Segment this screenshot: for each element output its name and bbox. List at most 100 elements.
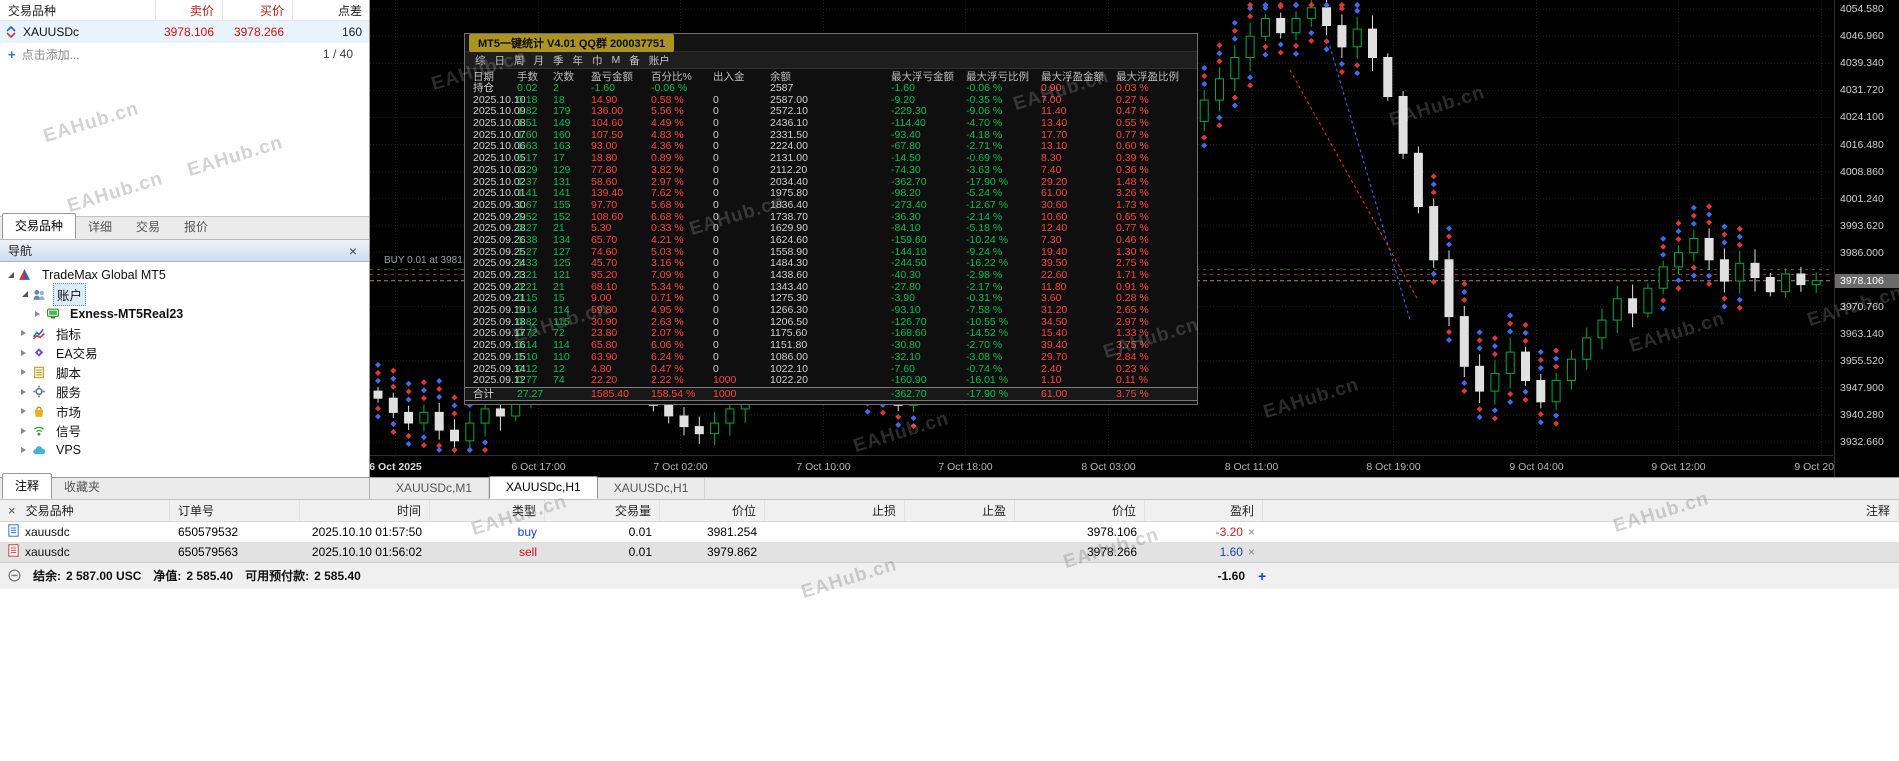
stats-toolbar-button-8[interactable]: 备 [629,53,640,68]
stats-row: 2025.09.18 0.82 115 30.90 2.63 % 0 1206.50 -126… [473,315,1149,328]
market-tab-2[interactable]: 交易 [124,215,172,239]
stats-row: 2025.09.21 0.15 15 9.00 0.71 % 0 1275.30 -3.90-… [473,292,1149,305]
time-tick: 9 Oct 04:00 [1509,461,1564,473]
nav-item-server[interactable]: Exness-MT5Real23 [0,304,369,324]
close-icon[interactable]: × [345,244,361,258]
nav-item-market[interactable]: 市场 [0,402,369,422]
navigator-panel: 导航 × TradeMax Global MT5 账户 Exness-MT5Re… [0,240,370,477]
positions-col-header-1[interactable]: 订单号 [170,500,300,521]
market-tab-3[interactable]: 报价 [172,215,220,239]
nav-item-label: 市场 [56,405,82,420]
stats-toolbar-button-9[interactable]: 账户 [649,53,670,68]
chart-tab-0[interactable]: XAUUSDc,M1 [380,478,490,499]
stats-row: 2025.09.19 1.14 114 59.80 4.95 % 0 1266.30 -93.… [473,304,1149,317]
toolbox-tab-0[interactable]: 注释 [2,473,53,499]
symbol-counter: 1 / 40 [322,47,353,61]
accounts-icon [32,287,48,301]
tree-expanded-arrow-icon[interactable] [4,271,18,278]
price-tick: 4054.580 [1840,3,1884,15]
nav-item-ea[interactable]: EA交易 [0,343,369,363]
position-row[interactable]: xauusdc 650579532 2025.10.10 01:57:50 bu… [0,522,1899,542]
market-watch-row[interactable]: XAUUSDc 3978.106 3978.266 160 [0,21,369,43]
stats-toolbar-button-6[interactable]: 巾 [592,53,603,68]
positions-col-header-2[interactable]: 时间 [300,500,430,521]
stats-toolbar-button-2[interactable]: 周 [514,53,525,68]
position-time: 2025.10.10 01:57:50 [311,525,422,539]
nav-item-label: 服务 [56,386,82,401]
position-current-price: 3978.266 [1086,545,1137,559]
chart-tab-1[interactable]: XAUUSDc,H1 [489,476,598,499]
tree-collapsed-arrow-icon[interactable] [32,310,46,317]
tree-collapsed-arrow-icon[interactable] [18,369,32,376]
stats-row: 2025.09.24 1.33 125 45.70 3.16 % 0 1484.30 -244… [473,257,1149,270]
stats-row: 2025.09.17 0.72 72 23.80 2.07 % 0 1175.60 -168.… [473,327,1149,340]
column-header-sell[interactable]: 卖价 [155,0,222,20]
stats-row: 2025.10.10 0.18 18 14.90 0.58 % 0 2587.00 -9.20… [473,93,1149,106]
navigator-titlebar: 导航 × [0,240,369,262]
positions-col-header-7[interactable]: 止盈 [905,500,1015,521]
collapse-icon[interactable] [8,569,21,582]
stats-toolbar-button-4[interactable]: 季 [553,53,564,68]
positions-col-header-10[interactable]: 注释 [1263,500,1899,521]
market-watch-add-row[interactable]: + 点击添加... 1 / 40 [0,43,369,65]
expand-profit-button[interactable]: + [1258,568,1266,584]
stats-row: 2025.10.07 1.60 160 107.50 4.83 % 0 2331.50 -93… [473,128,1149,141]
positions-col-header-4[interactable]: 交易量 [545,500,660,521]
positions-col-header-0[interactable]: × 交易品种 [0,500,170,521]
stats-row: 持仓 0.02 2 -1.60 -0.06 % 2587 -1.60 -0.06 % 0.90 0… [473,82,1149,94]
stats-toolbar-button-0[interactable]: 综 [475,53,486,68]
nav-item-vps[interactable]: VPS [0,441,369,461]
nav-item-indicators[interactable]: 指标 [0,324,369,344]
price-scale[interactable]: 4054.580 4046.960 4039.340 4031.720 4024.100… [1834,0,1899,477]
tree-collapsed-arrow-icon[interactable] [18,408,32,415]
nav-item-signals[interactable]: 信号 [0,421,369,441]
positions-col-header-8[interactable]: 价位 [1015,500,1145,521]
column-header-spread[interactable]: 点差 [292,0,370,20]
stats-toolbar-button-3[interactable]: 月 [534,53,545,68]
stats-titlebar[interactable]: MT5一键统计 V4.01 QQ群 200037751 [465,33,1197,52]
nav-item-mt5-logo[interactable]: TradeMax Global MT5 [0,265,369,285]
time-tick: 8 Oct 03:00 [1081,461,1136,473]
tree-collapsed-arrow-icon[interactable] [18,388,32,395]
time-axis[interactable]: 6 Oct 2025 6 Oct 17:00 7 Oct 02:00 7 Oct 10… [369,455,1849,477]
positions-col-header-3[interactable]: 类型 [430,500,545,521]
price-tick: 3963.140 [1840,328,1884,340]
tree-expanded-arrow-icon[interactable] [18,291,32,298]
stats-toolbar-button-1[interactable]: 日 [495,53,506,68]
positions-col-header-9[interactable]: 盈利 [1145,500,1263,521]
add-symbol-icon: + [8,46,16,62]
position-time: 2025.10.10 01:56:02 [311,545,422,559]
nav-item-scripts[interactable]: 脚本 [0,363,369,383]
close-position-button[interactable]: × [1248,545,1255,559]
chart-tab-2[interactable]: XAUUSDc,H1 [598,478,706,499]
nav-item-label: 脚本 [56,366,82,381]
column-header-symbol[interactable]: 交易品种 [0,0,155,20]
position-row[interactable]: xauusdc 650579563 2025.10.10 01:56:02 se… [0,542,1899,562]
stats-total: 合计 27.27 1585.40 158.54 % 1000 -362.70 -17.90 … [465,386,1197,401]
toolbox-close-button[interactable]: × [8,503,16,518]
price-tick: 4046.960 [1840,30,1884,42]
tree-collapsed-arrow-icon[interactable] [18,427,32,434]
column-header-buy[interactable]: 买价 [222,0,292,20]
toolbox-tab-1[interactable]: 收藏夹 [52,475,112,499]
stats-row: 2025.09.16 1.14 114 65.80 6.06 % 0 1151.80 -30.… [473,339,1149,352]
nav-item-services[interactable]: 服务 [0,382,369,402]
market-tab-0[interactable]: 交易品种 [2,213,77,239]
close-position-button[interactable]: × [1248,525,1255,539]
margin-label: 可用预付款: [245,569,310,583]
equity-label: 净值: [153,569,182,583]
positions-col-header-5[interactable]: 价位 [660,500,765,521]
stats-toolbar-button-5[interactable]: 年 [573,53,584,68]
tree-collapsed-arrow-icon[interactable] [18,349,32,356]
stats-toolbar-button-7[interactable]: M [612,54,621,66]
price-tick: 4001.240 [1840,193,1884,205]
position-open-price: 3979.862 [706,545,757,559]
tree-collapsed-arrow-icon[interactable] [18,330,32,337]
nav-item-accounts[interactable]: 账户 [0,282,369,306]
positions-col-header-6[interactable]: 止损 [765,500,905,521]
tree-collapsed-arrow-icon[interactable] [18,447,32,454]
market-tab-1[interactable]: 详细 [76,215,124,239]
stats-row: 2025.09.12 0.77 74 22.20 2.22 % 1000 1022.20 -1… [473,374,1148,387]
stats-row: 2025.09.23 1.21 121 95.20 7.09 % 0 1438.60 -40.… [473,269,1149,281]
stats-toolbar: 综日周月季年巾 M 备账户 [465,52,1197,69]
